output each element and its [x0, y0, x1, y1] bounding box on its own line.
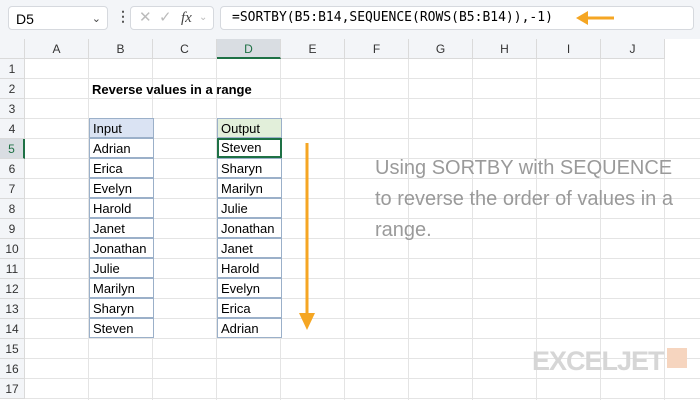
input-cell[interactable]: Sharyn	[89, 298, 154, 318]
input-header[interactable]: Input	[89, 118, 154, 138]
input-cell[interactable]: Jonathan	[89, 238, 154, 258]
input-cell[interactable]: Adrian	[89, 138, 154, 158]
row-header-17[interactable]: 17	[0, 379, 25, 399]
explanation-note: Using SORTBY with SEQUENCE to reverse th…	[375, 157, 673, 241]
row-header-13[interactable]: 13	[0, 299, 25, 319]
input-cell[interactable]: Harold	[89, 198, 154, 218]
input-cell[interactable]: Marilyn	[89, 278, 154, 298]
output-cell[interactable]: Erica	[217, 298, 282, 318]
input-cell[interactable]: Erica	[89, 158, 154, 178]
column-header-B[interactable]: B	[89, 39, 153, 59]
row-header-9[interactable]: 9	[0, 219, 25, 239]
formula-controls: ✕ ✓ fx ⌄	[130, 6, 214, 30]
row-header-1[interactable]: 1	[0, 59, 25, 79]
chevron-down-icon[interactable]: ⌄	[199, 7, 207, 29]
output-cell[interactable]: Steven	[217, 138, 282, 158]
column-header-C[interactable]: C	[153, 39, 217, 59]
select-all-corner[interactable]	[0, 39, 25, 59]
formula-input[interactable]: =SORTBY(B5:B14,SEQUENCE(ROWS(B5:B14)),-1…	[220, 6, 694, 30]
arrow-down-icon	[299, 143, 315, 330]
input-cell[interactable]: Evelyn	[89, 178, 154, 198]
gridline	[25, 338, 700, 339]
formula-bar-area: D5 ⌄ ⋮ ✕ ✓ fx ⌄ =SORTBY(B5:B14,SEQUENCE(R…	[0, 0, 700, 39]
output-cell[interactable]: Adrian	[217, 318, 282, 338]
row-header-6[interactable]: 6	[0, 159, 25, 179]
output-cell[interactable]: Julie	[217, 198, 282, 218]
output-cell[interactable]: Evelyn	[217, 278, 282, 298]
column-header-I[interactable]: I	[537, 39, 601, 59]
row-header-4[interactable]: 4	[0, 119, 25, 139]
arrow-left-icon	[576, 11, 614, 25]
row-header-2[interactable]: 2	[0, 79, 25, 99]
row-header-7[interactable]: 7	[0, 179, 25, 199]
column-header-F[interactable]: F	[345, 39, 409, 59]
row-header-12[interactable]: 12	[0, 279, 25, 299]
logo-mark-icon	[666, 348, 687, 368]
input-cell[interactable]: Janet	[89, 218, 154, 238]
row-header-14[interactable]: 14	[0, 319, 25, 339]
row-header-10[interactable]: 10	[0, 239, 25, 259]
name-box[interactable]: D5 ⌄	[8, 6, 108, 30]
fx-icon[interactable]: fx	[181, 7, 192, 29]
column-header-A[interactable]: A	[25, 39, 89, 59]
row-header-11[interactable]: 11	[0, 259, 25, 279]
chevron-down-icon[interactable]: ⌄	[92, 7, 101, 31]
row-header-16[interactable]: 16	[0, 359, 25, 379]
output-cell[interactable]: Marilyn	[217, 178, 282, 198]
name-box-value: D5	[16, 11, 34, 27]
row-header-8[interactable]: 8	[0, 199, 25, 219]
column-header-E[interactable]: E	[281, 39, 345, 59]
input-cell[interactable]: Steven	[89, 318, 154, 338]
output-cell[interactable]: Sharyn	[217, 158, 282, 178]
column-header-G[interactable]: G	[409, 39, 473, 59]
column-header-D[interactable]: D	[217, 39, 281, 59]
gridline	[25, 78, 700, 79]
output-cell[interactable]: Jonathan	[217, 218, 282, 238]
column-header-J[interactable]: J	[601, 39, 665, 59]
input-cell[interactable]: Julie	[89, 258, 154, 278]
row-header-3[interactable]: 3	[0, 99, 25, 119]
sheet-title: Reverse values in a range	[92, 82, 252, 97]
output-header[interactable]: Output	[217, 118, 282, 138]
row-header-5[interactable]: 5	[0, 139, 25, 159]
gridline	[25, 398, 700, 399]
confirm-icon[interactable]: ✓	[159, 7, 172, 29]
exceljet-logo: EXCELJET	[532, 346, 687, 377]
gridline	[344, 59, 345, 400]
cancel-icon[interactable]: ✕	[139, 7, 152, 29]
output-cell[interactable]: Harold	[217, 258, 282, 278]
gridline	[25, 378, 700, 379]
logo-text: EXCELJET	[532, 346, 665, 376]
output-cell[interactable]: Janet	[217, 238, 282, 258]
row-header-15[interactable]: 15	[0, 339, 25, 359]
more-icon[interactable]: ⋮	[116, 8, 130, 25]
column-header-H[interactable]: H	[473, 39, 537, 59]
